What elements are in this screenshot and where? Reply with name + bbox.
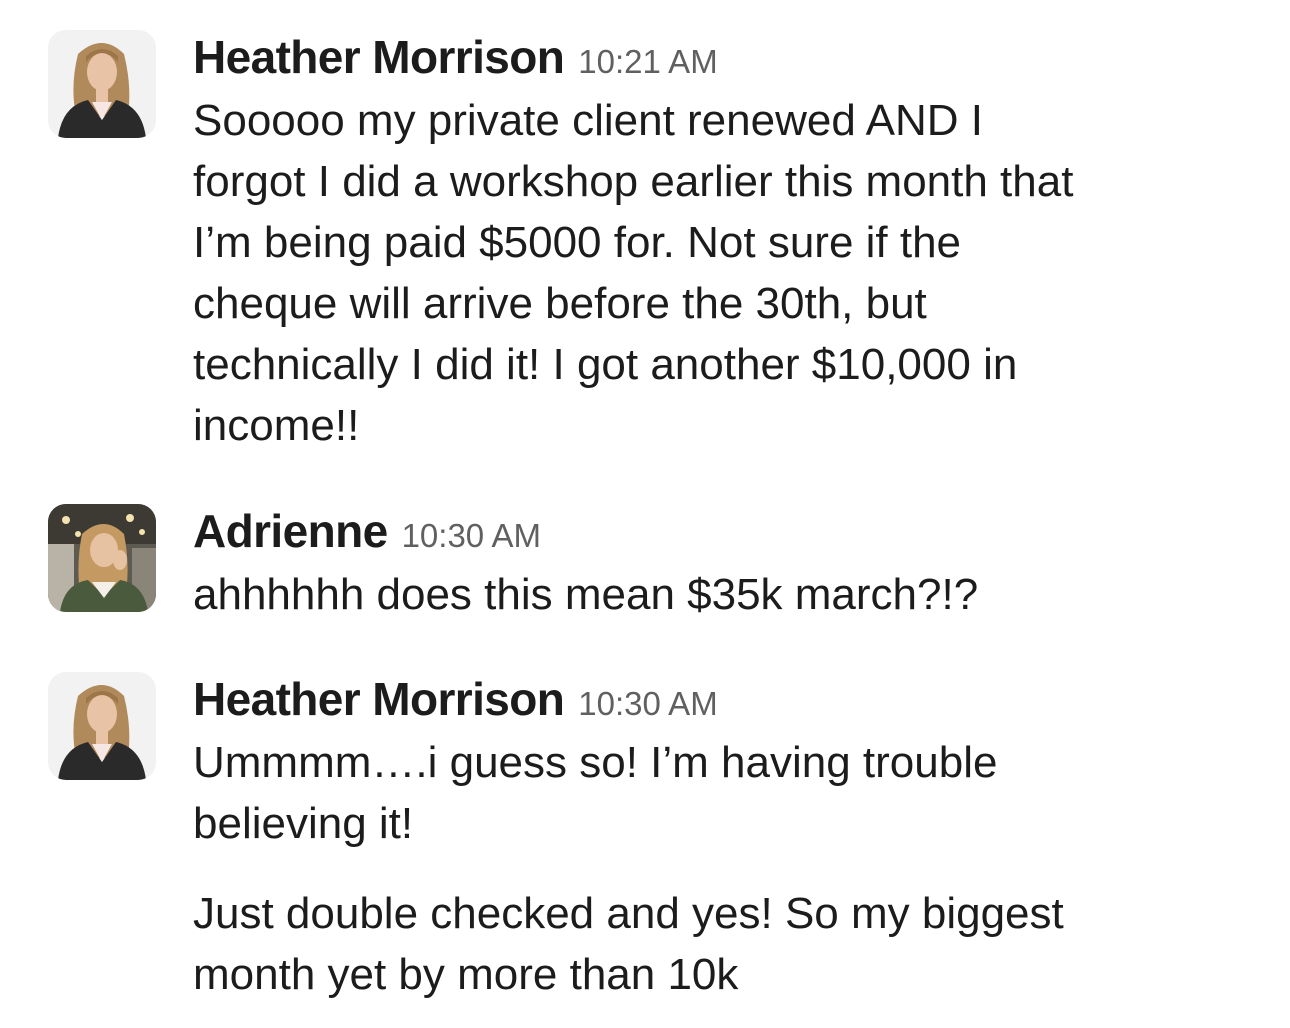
user-avatar-icon bbox=[48, 504, 156, 612]
sender-name[interactable]: Adrienne bbox=[193, 504, 388, 558]
message-timestamp[interactable]: 10:30 AM bbox=[578, 685, 717, 723]
message-text: Just double checked and yes! So my bigge… bbox=[193, 889, 1064, 999]
user-avatar-icon bbox=[48, 30, 156, 138]
message-text: ahhhhhh does this mean $35k march?!? bbox=[193, 570, 979, 619]
sender-name[interactable]: Heather Morrison bbox=[193, 672, 565, 726]
message-text: Sooooo my private client renewed AND I f… bbox=[193, 96, 1074, 450]
sender-name[interactable]: Heather Morrison bbox=[193, 30, 565, 84]
avatar[interactable] bbox=[48, 30, 156, 138]
avatar[interactable] bbox=[48, 672, 156, 780]
avatar[interactable] bbox=[48, 504, 156, 612]
message-text: Ummmm….i guess so! I’m having trouble be… bbox=[193, 738, 998, 848]
message-timestamp[interactable]: 10:30 AM bbox=[402, 517, 541, 555]
message-timestamp[interactable]: 10:21 AM bbox=[578, 43, 717, 81]
user-avatar-icon bbox=[48, 672, 156, 780]
